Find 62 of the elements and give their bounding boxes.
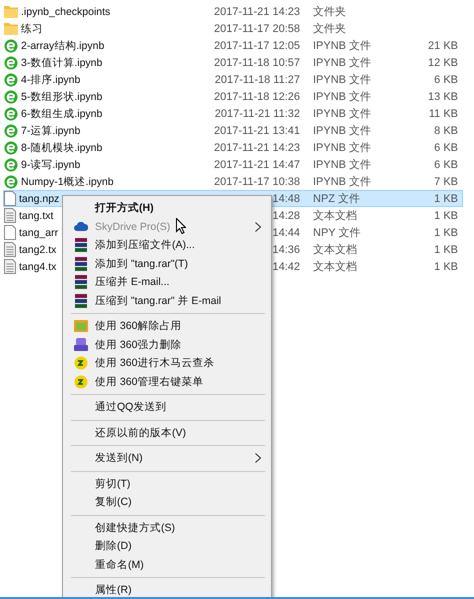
file-type: IPYNB 文件 <box>313 125 372 137</box>
file-type: 文本文档 <box>313 244 357 256</box>
file-name: Numpy-1概述.ipynb <box>21 174 114 188</box>
file-date: 2017-11-17 10:38 <box>214 176 300 188</box>
file-name: 7-运算.ipynb <box>21 124 80 138</box>
file-size: 6 KB <box>434 142 458 154</box>
file-type: NPZ 文件 <box>313 193 360 205</box>
file-date: 14:42 <box>272 260 300 272</box>
file-name: 3-数值计算.ipynb <box>21 56 102 70</box>
file-type: IPYNB 文件 <box>313 74 372 86</box>
file-type: 文件夹 <box>313 23 346 35</box>
file-type: 文件夹 <box>313 6 346 18</box>
file-size: 8 KB <box>434 124 458 136</box>
file-type: IPYNB 文件 <box>313 159 372 171</box>
file-size: 21 KB <box>428 40 458 52</box>
file-size: 11 KB <box>428 108 458 120</box>
file-date: 2017-11-21 11:32 <box>214 108 300 120</box>
file-date: 14:48 <box>272 192 300 204</box>
file-date: 2017-11-17 20:58 <box>214 22 300 34</box>
file-size: 1 KB <box>434 226 458 238</box>
file-name: 8-随机模块.ipynb <box>21 140 102 154</box>
file-date: 14:28 <box>272 210 300 222</box>
file-name: tang_arr <box>19 226 58 238</box>
file-date: 2017-11-21 13:41 <box>214 124 300 136</box>
file-name: 5-数组形状.ipynb <box>21 90 102 104</box>
file-date: 2017-11-21 14:23 <box>214 142 300 154</box>
file-name: 6-数组生成.ipynb <box>21 106 102 120</box>
file-type: IPYNB 文件 <box>313 108 372 120</box>
file-type: 文本文档 <box>313 261 357 273</box>
file-size: 1 KB <box>434 192 458 204</box>
file-size: 13 KB <box>428 90 458 102</box>
file-date: 14:36 <box>272 244 300 256</box>
file-name: 练习 <box>21 22 43 36</box>
file-type: 文本文档 <box>313 210 357 222</box>
file-name: tang.npz <box>19 192 60 204</box>
file-size: 7 KB <box>434 176 458 188</box>
file-type: IPYNB 文件 <box>313 57 372 69</box>
file-name: tang2.tx <box>19 244 56 256</box>
file-size: 12 KB <box>428 56 458 68</box>
file-date: 2017-11-17 12:05 <box>214 40 300 52</box>
file-date: 2017-11-21 14:23 <box>214 6 300 18</box>
file-name: tang4.tx <box>19 260 56 272</box>
file-date: 2017-11-18 10:57 <box>214 56 300 68</box>
file-date: 2017-11-18 11:27 <box>214 74 300 86</box>
file-name: .ipynb_checkpoints <box>21 6 110 18</box>
file-name: 2-array结构.ipynb <box>21 38 104 52</box>
file-type: IPYNB 文件 <box>313 176 372 188</box>
file-size: 6 KB <box>434 158 458 170</box>
file-name: 9-读写.ipynb <box>21 158 80 172</box>
file-type: NPY 文件 <box>313 227 360 239</box>
file-type: IPYNB 文件 <box>313 40 372 52</box>
file-name: 4-排序.ipynb <box>21 72 80 86</box>
file-size: 1 KB <box>434 244 458 256</box>
file-date: 14:44 <box>272 226 300 238</box>
file-date: 2017-11-21 14:47 <box>214 158 300 170</box>
file-size: 1 KB <box>434 210 458 222</box>
file-size: 6 KB <box>434 74 458 86</box>
file-size: 1 KB <box>434 260 458 272</box>
file-type: IPYNB 文件 <box>313 91 372 103</box>
file-type: IPYNB 文件 <box>313 142 372 154</box>
file-date: 2017-11-18 12:26 <box>214 90 300 102</box>
file-name: tang.txt <box>19 210 54 222</box>
